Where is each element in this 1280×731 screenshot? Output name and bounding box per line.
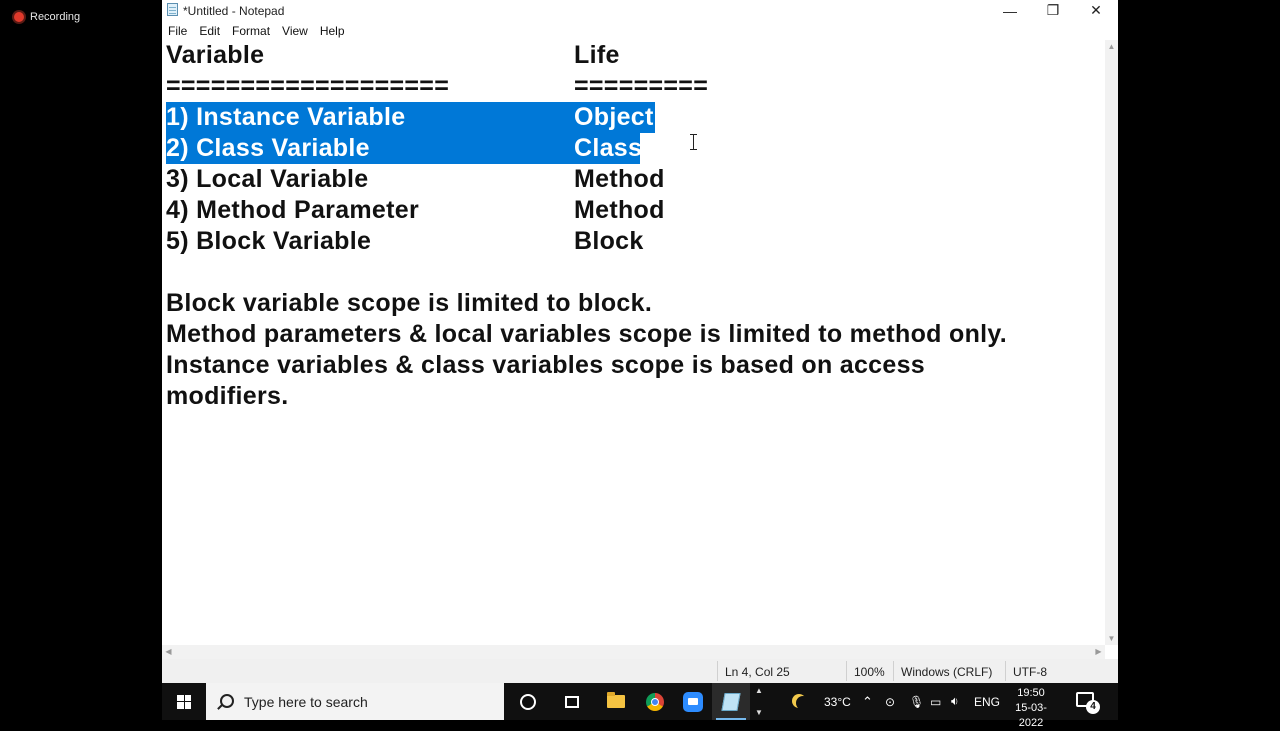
menu-help[interactable]: Help — [320, 24, 351, 38]
status-bar: Ln 4, Col 25 100% Windows (CRLF) UTF-8 — [162, 659, 1118, 683]
text-editor[interactable]: Variable Life =================== ======… — [162, 40, 1105, 645]
row-life: Object — [574, 103, 654, 131]
zoom-icon — [683, 691, 703, 712]
chrome-icon — [646, 692, 664, 711]
chevron-up-icon: ⌃ — [862, 693, 873, 709]
text-line-row-2: 2) Class Variable Class — [166, 134, 642, 165]
recording-label: Recording — [30, 11, 81, 23]
minimize-button[interactable]: — — [988, 0, 1032, 21]
underline-life: ========= — [574, 72, 709, 100]
row-life: Block — [574, 227, 644, 255]
row-variable: 4) Method Parameter — [166, 196, 419, 224]
status-divider — [893, 661, 894, 681]
windows-logo-icon — [177, 694, 191, 709]
taskbar-search-box[interactable]: Type here to search — [206, 683, 504, 720]
cursor-position: Ln 4, Col 25 — [725, 665, 790, 679]
search-placeholder: Type here to search — [244, 694, 368, 710]
text-line-row-3: 3) Local Variable Method — [166, 165, 664, 196]
scroll-right-icon[interactable]: ▶ — [1092, 645, 1105, 659]
menu-edit[interactable]: Edit — [199, 24, 226, 38]
notepad-taskbar-button[interactable] — [712, 683, 750, 720]
notepad-window: *Untitled - Notepad — ❐ ✕ File Edit Form… — [162, 0, 1118, 683]
notepad-icon — [721, 692, 741, 711]
weather-widget[interactable]: 33°C — [792, 683, 851, 720]
window-title: *Untitled - Notepad — [183, 4, 285, 18]
line-ending: Windows (CRLF) — [901, 665, 993, 679]
header-variable: Variable — [166, 41, 265, 69]
menu-file[interactable]: File — [168, 24, 193, 38]
zoom-app-button[interactable] — [674, 683, 712, 720]
menu-bar: File Edit Format View Help — [162, 21, 1118, 40]
row-variable: 1) Instance Variable — [166, 103, 406, 131]
chevron-down-icon[interactable]: ▼ — [755, 708, 763, 717]
taskbar-scroll[interactable]: ▲ ▼ — [752, 683, 766, 720]
meet-now-icon[interactable]: ⊙ — [885, 683, 895, 720]
row-life: Method — [574, 165, 665, 193]
notification-badge: 4 — [1086, 700, 1100, 714]
note-line: modifiers. — [166, 382, 289, 410]
clock-date: 15-03-2022 — [1015, 702, 1047, 729]
task-view-button[interactable] — [553, 683, 591, 720]
note-line: Block variable scope is limited to block… — [166, 289, 653, 317]
status-divider — [846, 661, 847, 681]
moon-icon — [796, 696, 810, 710]
encoding: UTF-8 — [1013, 665, 1047, 679]
menu-format[interactable]: Format — [232, 24, 276, 38]
clock-time: 19:50 — [1017, 687, 1045, 699]
note-line: Instance variables & class variables sco… — [166, 351, 925, 379]
recording-indicator: Recording — [14, 11, 80, 23]
file-explorer-button[interactable] — [597, 683, 635, 720]
note-line: Method parameters & local variables scop… — [166, 320, 1007, 348]
underline-line: =================== ========= — [166, 72, 708, 103]
scroll-down-icon[interactable]: ▼ — [1105, 632, 1118, 645]
header-line: Variable Life — [166, 41, 619, 72]
file-explorer-icon — [607, 692, 625, 708]
cortana-icon — [520, 693, 536, 710]
status-divider — [717, 661, 718, 681]
microphone-icon[interactable]: 🎙︎ — [909, 683, 924, 720]
start-button[interactable] — [162, 683, 206, 720]
search-icon — [220, 694, 234, 708]
taskbar: Type here to search ▲ ▼ 33°C ⌃ ⊙ 🎙︎ ▭ 🔉︎… — [162, 683, 1118, 729]
text-line-row-5: 5) Block Variable Block — [166, 227, 643, 258]
row-variable: 3) Local Variable — [166, 165, 369, 193]
weather-temp: 33°C — [824, 694, 851, 709]
volume-icon[interactable]: 🔉︎ — [951, 683, 959, 720]
network-icon[interactable]: ▭ — [930, 683, 941, 720]
clock[interactable]: 19:50 15-03-2022 — [1008, 686, 1054, 731]
scroll-up-icon[interactable]: ▲ — [1105, 40, 1118, 53]
status-divider — [1005, 661, 1006, 681]
vertical-scrollbar[interactable]: ▲ ▼ — [1105, 40, 1118, 645]
scroll-left-icon[interactable]: ◀ — [162, 645, 175, 659]
row-variable: 5) Block Variable — [166, 227, 372, 255]
task-view-icon — [565, 695, 579, 708]
row-variable: 2) Class Variable — [166, 134, 370, 162]
notepad-app-icon[interactable] — [167, 3, 178, 16]
cortana-button[interactable] — [509, 683, 547, 720]
title-bar[interactable]: *Untitled - Notepad — ❐ ✕ — [162, 0, 1118, 21]
restore-button[interactable]: ❐ — [1031, 0, 1075, 21]
text-line-row-1: 1) Instance Variable Object — [166, 103, 653, 134]
ibeam-cursor-icon — [690, 134, 697, 150]
chrome-button[interactable] — [636, 683, 674, 720]
header-life: Life — [574, 41, 620, 69]
zoom-level: 100% — [854, 665, 885, 679]
language-indicator[interactable]: ENG — [974, 683, 1000, 720]
show-hidden-icons[interactable]: ⌃ — [862, 683, 873, 720]
close-button[interactable]: ✕ — [1074, 0, 1118, 21]
text-line-row-4: 4) Method Parameter Method — [166, 196, 664, 227]
chevron-up-icon[interactable]: ▲ — [755, 686, 763, 695]
underline-variable: =================== — [166, 72, 450, 100]
horizontal-scrollbar[interactable]: ◀ ▶ — [162, 645, 1105, 659]
menu-view[interactable]: View — [282, 24, 314, 38]
row-life: Method — [574, 196, 665, 224]
row-life: Class — [574, 134, 643, 162]
record-icon — [14, 12, 24, 22]
